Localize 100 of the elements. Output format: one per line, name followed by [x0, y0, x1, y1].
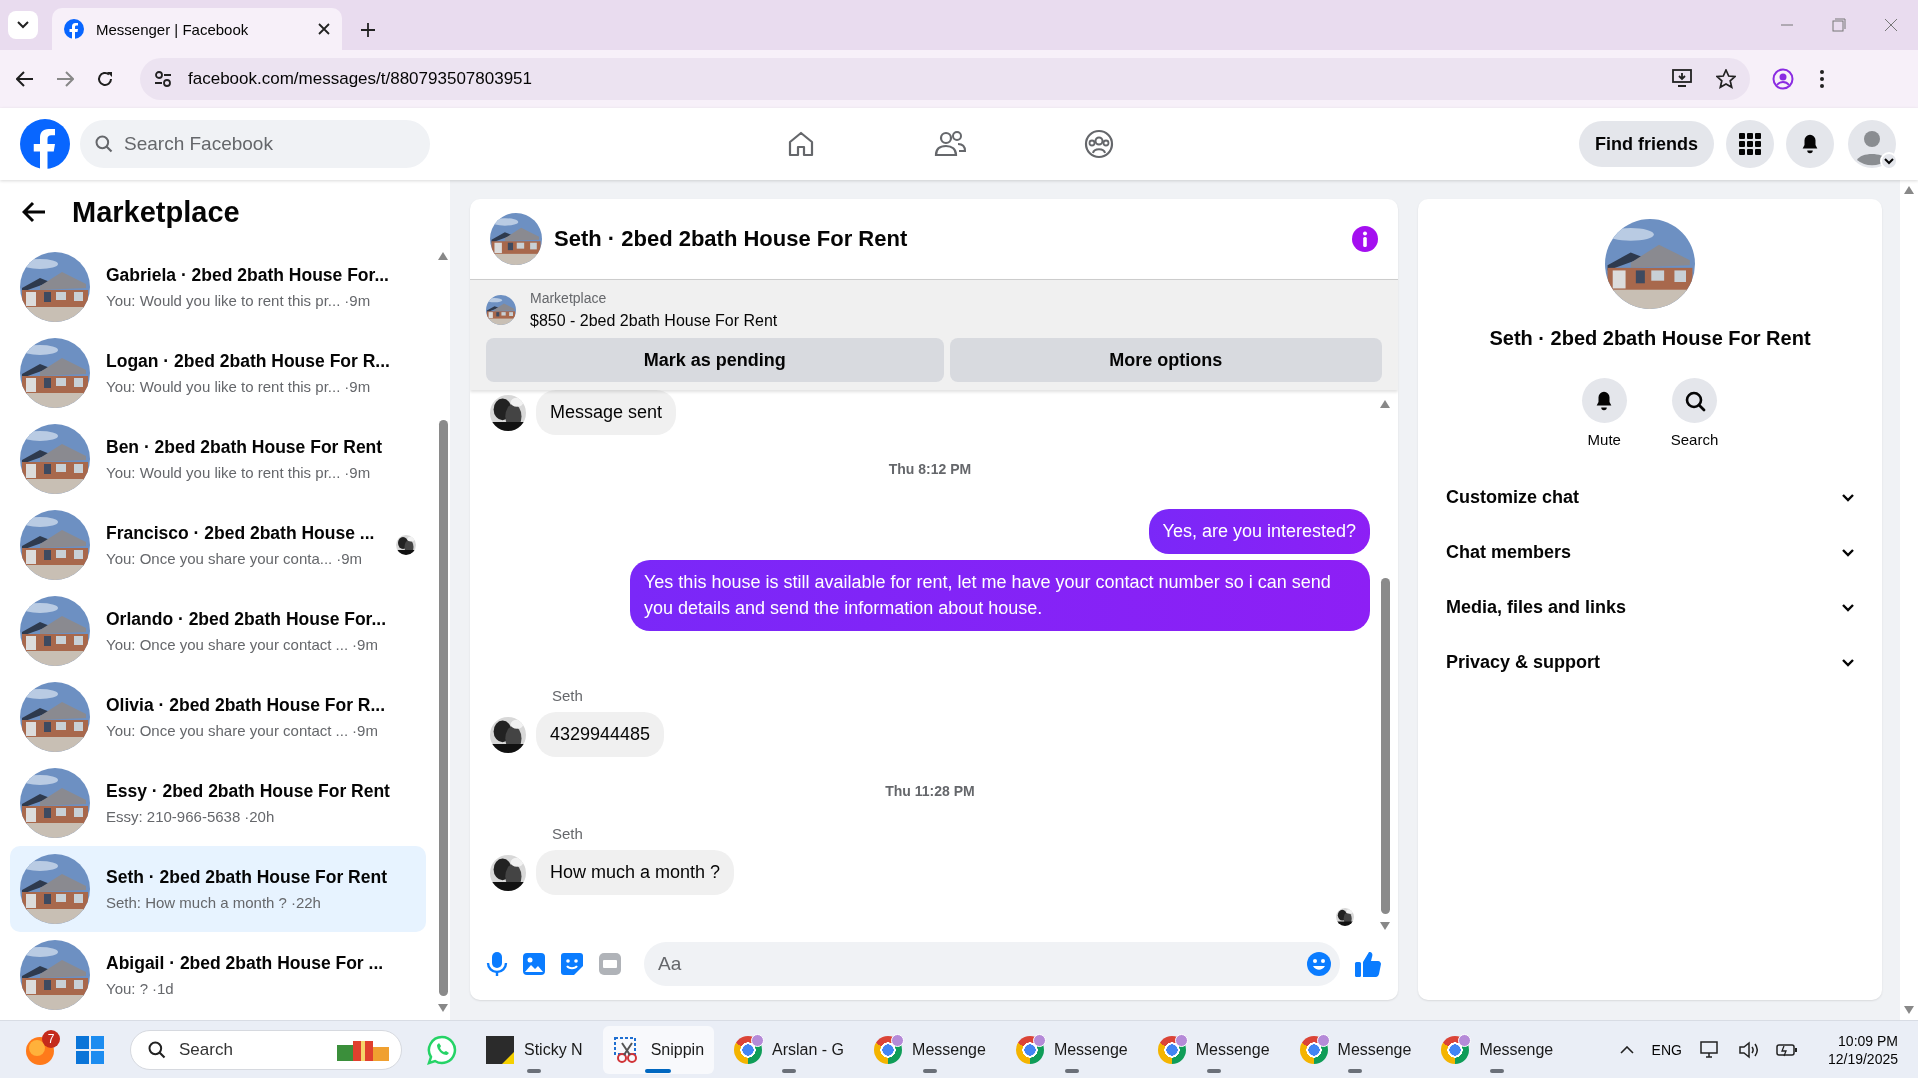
conversation-time: ·9m [344, 292, 371, 309]
chrome-icon [1015, 1035, 1044, 1064]
conversation-title: Olivia · 2bed 2bath House For R... [106, 695, 387, 716]
site-settings-icon[interactable] [154, 70, 172, 88]
taskbar-app-button[interactable]: Messenge [1147, 1025, 1280, 1074]
notifications-button[interactable] [1786, 120, 1834, 168]
back-arrow-icon[interactable] [16, 70, 34, 88]
listing-action-button[interactable]: Mark as pending [486, 338, 944, 382]
message-field[interactable]: Aa [644, 942, 1340, 986]
conversation-item[interactable]: Gabriela · 2bed 2bath House For... You: Would you like to rent this pr... ·9m [10, 244, 426, 330]
conversation-title: Ben · 2bed 2bath House For Rent [106, 437, 384, 458]
forward-arrow-icon[interactable] [56, 70, 74, 88]
scroll-up-icon[interactable] [1904, 186, 1914, 194]
facebook-logo-icon[interactable] [20, 119, 70, 169]
sent-message: Yes, are you interested? [1148, 509, 1370, 555]
home-icon[interactable] [786, 129, 816, 159]
conversation-title: Orlando · 2bed 2bath House For... [106, 609, 388, 630]
battery-icon[interactable] [1775, 1042, 1798, 1057]
conversation-item[interactable]: Ben · 2bed 2bath House For Rent You: Would you like to rent this pr... ·9m [10, 416, 426, 502]
language-indicator[interactable]: ENG [1651, 1041, 1682, 1058]
close-icon[interactable] [318, 23, 330, 35]
listing-title: $850 - 2bed 2bath House For Rent [530, 312, 778, 330]
conversation-preview: You: Once you share your contact ... [106, 636, 349, 653]
thumbs-up-icon[interactable] [1354, 950, 1382, 978]
conversation-time: ·20h [244, 808, 275, 825]
conversation-item[interactable]: Essy · 2bed 2bath House For Rent Essy: 210-966-5638 ·20h [10, 760, 426, 846]
star-icon[interactable] [1716, 69, 1736, 89]
tab-list-button[interactable] [8, 11, 38, 39]
install-icon[interactable] [1672, 69, 1692, 87]
chevron-up-icon[interactable] [1619, 1045, 1634, 1054]
scroll-down-icon[interactable] [438, 1004, 448, 1012]
listing-action-button[interactable]: More options [949, 338, 1382, 382]
windows-start-icon[interactable] [76, 1035, 104, 1064]
groups-icon[interactable] [1084, 129, 1114, 159]
conversation-item[interactable]: Abigail · 2bed 2bath House For ... You: ? ·1d [10, 932, 426, 1018]
scrollbar-thumb[interactable] [1380, 578, 1390, 914]
taskbar-app-button[interactable]: Messenge [864, 1025, 996, 1074]
taskbar-app-button[interactable]: Messenge [1005, 1025, 1138, 1074]
scroll-down-icon[interactable] [1380, 922, 1390, 930]
conversation-time: ·9m [344, 378, 371, 395]
received-message: 4329944485 [536, 711, 665, 757]
conversation-item[interactable]: Seth · 2bed 2bath House For Rent Seth: How much a month ? ·22h [10, 846, 426, 932]
taskbar-app-button[interactable]: Snippin [602, 1025, 715, 1074]
conversation-preview: You: Once you share your contact ... [106, 722, 349, 739]
section-header[interactable]: Chat members [1428, 525, 1872, 580]
microphone-icon[interactable] [486, 951, 508, 977]
conversation-preview: You: ? [106, 980, 148, 997]
avatar-icon[interactable] [1846, 118, 1898, 170]
conversation-item[interactable]: Olivia · 2bed 2bath House For R... You: Once you share your contact ... ·9m [10, 674, 426, 760]
info-icon[interactable] [1352, 226, 1378, 252]
new-tab-icon[interactable] [360, 22, 376, 38]
address-bar[interactable]: facebook.com/messages/t/880793507803951 [140, 58, 1750, 100]
conversation-title: Gabriela · 2bed 2bath House For... [106, 265, 390, 286]
conversation-time: ·22h [290, 894, 321, 911]
taskbar-app-button[interactable]: Arslan - G [724, 1025, 855, 1074]
image-icon[interactable] [522, 952, 546, 976]
find-friends-button[interactable]: Find friends [1579, 121, 1714, 167]
conversation-preview: You: Would you like to rent this pr... [106, 292, 341, 309]
taskbar-app-button[interactable]: Messenge [1289, 1025, 1422, 1074]
conversation-item[interactable]: Logan · 2bed 2bath House For R... You: Would you like to rent this pr... ·9m [10, 330, 426, 416]
scroll-up-icon[interactable] [1380, 400, 1390, 408]
sender-name: Seth [552, 824, 584, 842]
search-field[interactable]: Search Facebook [80, 120, 430, 168]
sender-name: Seth [552, 686, 584, 704]
speaker-icon[interactable] [1737, 1040, 1758, 1059]
conversation-item[interactable]: Francisco · 2bed 2bath House ... You: Once you share your conta... ·9m [10, 502, 426, 588]
clock-date[interactable]: 12/19/2025 [1827, 1050, 1898, 1067]
section-header[interactable]: Privacy & support [1428, 635, 1872, 690]
profile-icon[interactable] [1772, 68, 1794, 90]
taskbar-app-button[interactable]: Sticky N [476, 1025, 593, 1074]
conversation-item[interactable]: Orlando · 2bed 2bath House For... You: Once you share your contact ... ·9m [10, 588, 426, 674]
chrome-icon [734, 1035, 763, 1064]
sticky-note-icon [486, 1035, 514, 1064]
panel-title: Marketplace [72, 195, 240, 229]
menu-button[interactable] [1726, 120, 1774, 168]
friends-icon[interactable] [934, 129, 966, 159]
browser-tab[interactable]: Messenger | Facebook [52, 8, 342, 50]
search-icon [147, 1039, 167, 1060]
taskbar-app-button[interactable]: Messenge [1431, 1025, 1564, 1074]
scroll-up-icon[interactable] [438, 252, 448, 260]
taskbar-search-field[interactable]: Search [130, 1029, 402, 1070]
conversation-title: Essy · 2bed 2bath House For Rent [106, 781, 391, 802]
network-icon[interactable] [1699, 1040, 1720, 1059]
menu-icon[interactable] [1820, 70, 1824, 88]
url-text: facebook.com/messages/t/880793507803951 [188, 69, 533, 89]
sent-message: Yes this house is still available for rent, let me have your contact number so i can send you details and send the information about house. [630, 560, 1370, 631]
sticker-icon[interactable] [560, 952, 584, 976]
received-message: How much a month ? [536, 849, 735, 896]
clock-time[interactable]: 10:09 PM [1838, 1032, 1898, 1049]
message-timestamp: Thu 8:12 PM [887, 461, 973, 478]
back-arrow-icon[interactable] [22, 201, 46, 223]
scrollbar-thumb[interactable] [438, 420, 448, 996]
listing-label: Marketplace [530, 290, 608, 306]
reload-icon[interactable] [96, 70, 114, 88]
scroll-down-icon[interactable] [1904, 1006, 1914, 1014]
facebook-logo-icon [64, 19, 84, 39]
search-icon [94, 134, 114, 154]
section-header[interactable]: Customize chat [1428, 470, 1872, 525]
emoji-icon[interactable] [1306, 951, 1332, 977]
section-header[interactable]: Media, files and links [1428, 580, 1872, 635]
